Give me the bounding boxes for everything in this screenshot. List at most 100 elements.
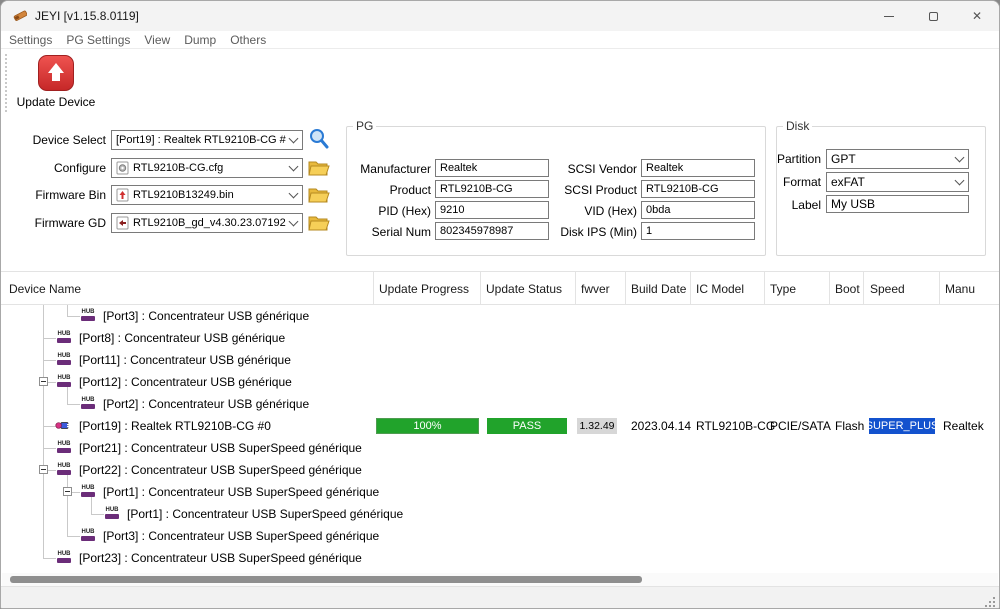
column-separator[interactable]	[625, 272, 626, 306]
minimize-button[interactable]	[867, 1, 911, 31]
format-combo[interactable]: exFAT	[826, 172, 969, 192]
close-button[interactable]: ✕	[955, 1, 999, 31]
boot-value: Flash	[835, 419, 864, 433]
product-field[interactable]	[435, 180, 549, 198]
tree-connector-line	[91, 514, 104, 515]
firmware-gd-label: Firmware GD	[11, 216, 106, 230]
menu-view[interactable]: View	[144, 33, 170, 47]
chevron-down-icon	[289, 217, 299, 227]
fwver-value: 1.32.49	[577, 418, 617, 434]
scsi-vendor-label: SCSI Vendor	[553, 162, 637, 176]
column-header-speed[interactable]: Speed	[870, 272, 905, 306]
title-bar: JEYI [v1.15.8.0119] ✕	[1, 1, 999, 31]
tree-row-label: [Port19] : Realtek RTL9210B-CG #0	[79, 419, 271, 433]
serial-num-label: Serial Num	[349, 225, 431, 239]
usb-hub-icon: HUB	[104, 507, 120, 520]
disk-ips-label: Disk IPS (Min)	[553, 225, 637, 239]
column-separator[interactable]	[575, 272, 576, 306]
tree-row-label: [Port8] : Concentrateur USB générique	[79, 331, 285, 345]
update-device-button[interactable]: Update Device	[13, 53, 99, 115]
firmware-gd-combo[interactable]: RTL9210B_gd_v4.30.23.071922.bin	[111, 213, 303, 233]
config-file-icon	[116, 161, 129, 175]
partition-combo[interactable]: GPT	[826, 149, 969, 169]
column-separator[interactable]	[373, 272, 374, 306]
tree-row[interactable]: HUB[Port12] : Concentrateur USB génériqu…	[1, 371, 999, 393]
column-header-update-status[interactable]: Update Status	[486, 272, 562, 306]
column-separator[interactable]	[829, 272, 830, 306]
column-header-ic-model[interactable]: IC Model	[696, 272, 744, 306]
column-header-manu[interactable]: Manu	[945, 272, 975, 306]
close-icon: ✕	[972, 9, 982, 23]
device-search-button[interactable]	[307, 129, 331, 149]
manufacturer-label: Manufacturer	[349, 162, 431, 176]
tree-collapse-toggle[interactable]	[63, 487, 72, 496]
resize-grip-icon[interactable]	[985, 597, 995, 607]
tree-row[interactable]: HUB[Port3] : Concentrateur USB générique	[1, 305, 999, 327]
firmware-bin-browse-button[interactable]	[307, 185, 331, 205]
menu-others[interactable]: Others	[230, 33, 266, 47]
column-header-device-name[interactable]: Device Name	[9, 272, 81, 306]
firmware-gd-value: RTL9210B_gd_v4.30.23.071922.bin	[133, 217, 286, 229]
column-header-boot[interactable]: Boot	[835, 272, 860, 306]
column-header-build-date[interactable]: Build Date	[631, 272, 686, 306]
column-separator[interactable]	[480, 272, 481, 306]
menu-settings[interactable]: Settings	[9, 33, 52, 47]
serial-num-field[interactable]	[435, 222, 549, 240]
tree-row[interactable]: HUB[Port21] : Concentrateur USB SuperSpe…	[1, 437, 999, 459]
tree-row[interactable]: HUB[Port23] : Concentrateur USB SuperSpe…	[1, 547, 999, 569]
column-separator[interactable]	[863, 272, 864, 306]
manufacturer-field[interactable]	[435, 159, 549, 177]
horizontal-scrollbar[interactable]	[2, 573, 998, 586]
disk-label-field[interactable]	[826, 195, 969, 213]
menu-pg-settings[interactable]: PG Settings	[66, 33, 130, 47]
tree-row[interactable]: HUB[Port2] : Concentrateur USB générique	[1, 393, 999, 415]
scsi-vendor-field[interactable]	[641, 159, 755, 177]
usb-hub-icon: HUB	[56, 331, 72, 344]
tree-row-label: [Port2] : Concentrateur USB générique	[103, 397, 309, 411]
tree-row[interactable]: HUB [Port8] : Concentrateur USB générique	[1, 327, 999, 349]
tree-collapse-toggle[interactable]	[39, 377, 48, 386]
device-select-value: [Port19] : Realtek RTL9210B-CG #0	[116, 134, 286, 146]
column-separator[interactable]	[939, 272, 940, 306]
tree-connector-line	[67, 316, 80, 317]
firmware-bin-value: RTL9210B13249.bin	[133, 189, 286, 201]
pid-hex-field[interactable]	[435, 201, 549, 219]
tree-row[interactable]: HUB[Port22] : Concentrateur USB SuperSpe…	[1, 459, 999, 481]
tree-collapse-toggle[interactable]	[39, 465, 48, 474]
maximize-button[interactable]	[911, 1, 955, 31]
tree-row[interactable]: HUB[Port3] : Concentrateur USB SuperSpee…	[1, 525, 999, 547]
scrollbar-thumb[interactable]	[10, 576, 642, 583]
type-value: PCIE/SATA	[770, 419, 831, 433]
tree-row[interactable]: HUB[Port1] : Concentrateur USB SuperSpee…	[1, 481, 999, 503]
tree-connector-line	[67, 404, 80, 405]
menu-bar: Settings PG Settings View Dump Others	[1, 31, 999, 49]
chevron-down-icon	[955, 176, 965, 186]
device-select-combo[interactable]: [Port19] : Realtek RTL9210B-CG #0	[111, 130, 303, 150]
column-separator[interactable]	[764, 272, 765, 306]
disk-ips-field[interactable]	[641, 222, 755, 240]
configure-label: Configure	[11, 161, 106, 175]
vid-hex-field[interactable]	[641, 201, 755, 219]
tree-row[interactable]: HUB [Port1] : Concentrateur USB SuperSpee…	[1, 503, 999, 525]
tree-row[interactable]: HUB[Port11] : Concentrateur USB génériqu…	[1, 349, 999, 371]
scsi-product-field[interactable]	[641, 180, 755, 198]
tree-row-label: [Port1] : Concentrateur USB SuperSpeed g…	[127, 507, 403, 521]
column-header-type[interactable]: Type	[770, 272, 796, 306]
menu-dump[interactable]: Dump	[184, 33, 216, 47]
configure-combo[interactable]: RTL9210B-CG.cfg	[111, 158, 303, 178]
firmware-bin-combo[interactable]: RTL9210B13249.bin	[111, 185, 303, 205]
update-status-badge: PASS	[487, 418, 567, 434]
tree-row[interactable]: [Port19] : Realtek RTL9210B-CG #0100%PAS…	[1, 415, 999, 437]
tree-row-label: [Port3] : Concentrateur USB générique	[103, 309, 309, 323]
column-header-update-progress[interactable]: Update Progress	[379, 272, 469, 306]
table-header: Device Name Update Progress Update Status f…	[1, 271, 999, 305]
tree-connector-line	[43, 338, 56, 339]
product-label: Product	[349, 183, 431, 197]
configure-browse-button[interactable]	[307, 158, 331, 178]
device-tree: HUB[Port3] : Concentrateur USB générique…	[1, 305, 999, 571]
column-header-fwver[interactable]: fwver	[581, 272, 610, 306]
firmware-gd-browse-button[interactable]	[307, 213, 331, 233]
manu-value: Realtek	[943, 419, 984, 433]
column-separator[interactable]	[690, 272, 691, 306]
toolbar-gripper	[5, 54, 7, 112]
